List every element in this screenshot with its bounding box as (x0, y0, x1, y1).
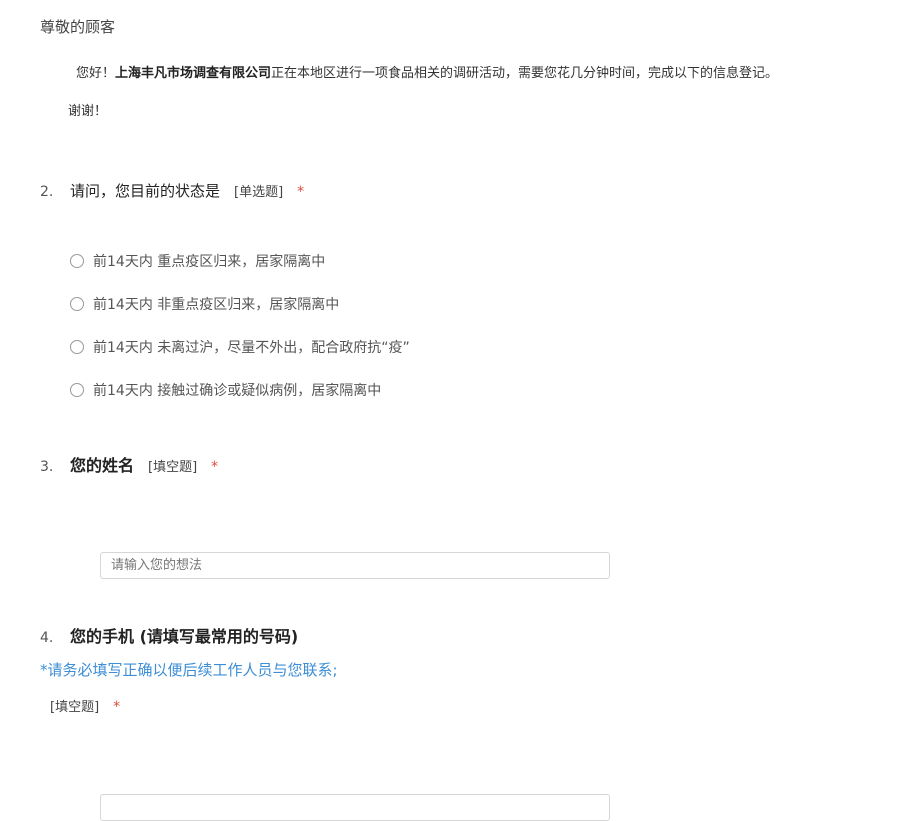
option-label: 前14天内 重点疫区归来，居家隔离中 (93, 254, 326, 270)
required-marker: * (211, 459, 219, 475)
intro-company: 上海丰凡市场调查有限公司 (115, 66, 272, 81)
question-3-header: 3. 您的姓名 [填空题] * (40, 452, 218, 476)
option-4[interactable]: 前14天内 接触过确诊或疑似病例，居家隔离中 (70, 380, 381, 400)
intro-text: 您好！上海丰凡市场调查有限公司正在本地区进行一项食品相关的调研活动，需要您花几分… (76, 62, 778, 81)
radio-button[interactable] (70, 297, 84, 311)
question-2-header: 2. 请问，您目前的状态是 [单选题] * (40, 180, 304, 201)
option-3[interactable]: 前14天内 未离过沪，尽量不外出，配合政府抗“疫” (70, 337, 410, 357)
question-type: [填空题] (50, 700, 100, 715)
radio-button[interactable] (70, 340, 84, 354)
phone-note: *请务必填写正确以便后续工作人员与您联系; (40, 661, 338, 679)
option-label: 前14天内 接触过确诊或疑似病例，居家隔离中 (93, 383, 382, 399)
thanks-text: 谢谢！ (68, 104, 108, 119)
radio-button[interactable] (70, 383, 84, 397)
option-label: 前14天内 非重点疫区归来，居家隔离中 (93, 297, 340, 313)
required-marker: * (113, 699, 121, 715)
option-label: 前14天内 未离过沪，尽量不外出，配合政府抗“疫” (93, 340, 410, 356)
greeting-heading: 尊敬的顾客 (40, 18, 116, 36)
question-title: 请问，您目前的状态是 (70, 182, 221, 200)
question-title: 您的姓名 (70, 456, 135, 475)
required-marker: * (297, 184, 305, 200)
question-number: 3. (40, 459, 54, 475)
name-input[interactable] (100, 552, 610, 579)
question-type: [填空题] (148, 460, 198, 475)
option-1[interactable]: 前14天内 重点疫区归来，居家隔离中 (70, 251, 325, 271)
question-title: 您的手机 (请填写最常用的号码) (70, 627, 299, 646)
phone-input[interactable] (100, 794, 610, 821)
question-number: 4. (40, 630, 54, 646)
question-type: [单选题] (234, 185, 284, 200)
question-number: 2. (40, 184, 54, 200)
question-4-header: 4. 您的手机 (请填写最常用的号码) (40, 623, 298, 647)
option-2[interactable]: 前14天内 非重点疫区归来，居家隔离中 (70, 294, 339, 314)
question-4-type-row: [填空题] * (50, 696, 120, 715)
radio-button[interactable] (70, 254, 84, 268)
intro-prefix: 您好！ (76, 66, 116, 81)
intro-body: 正在本地区进行一项食品相关的调研活动，需要您花几分钟时间，完成以下的信息登记。 (271, 66, 779, 81)
